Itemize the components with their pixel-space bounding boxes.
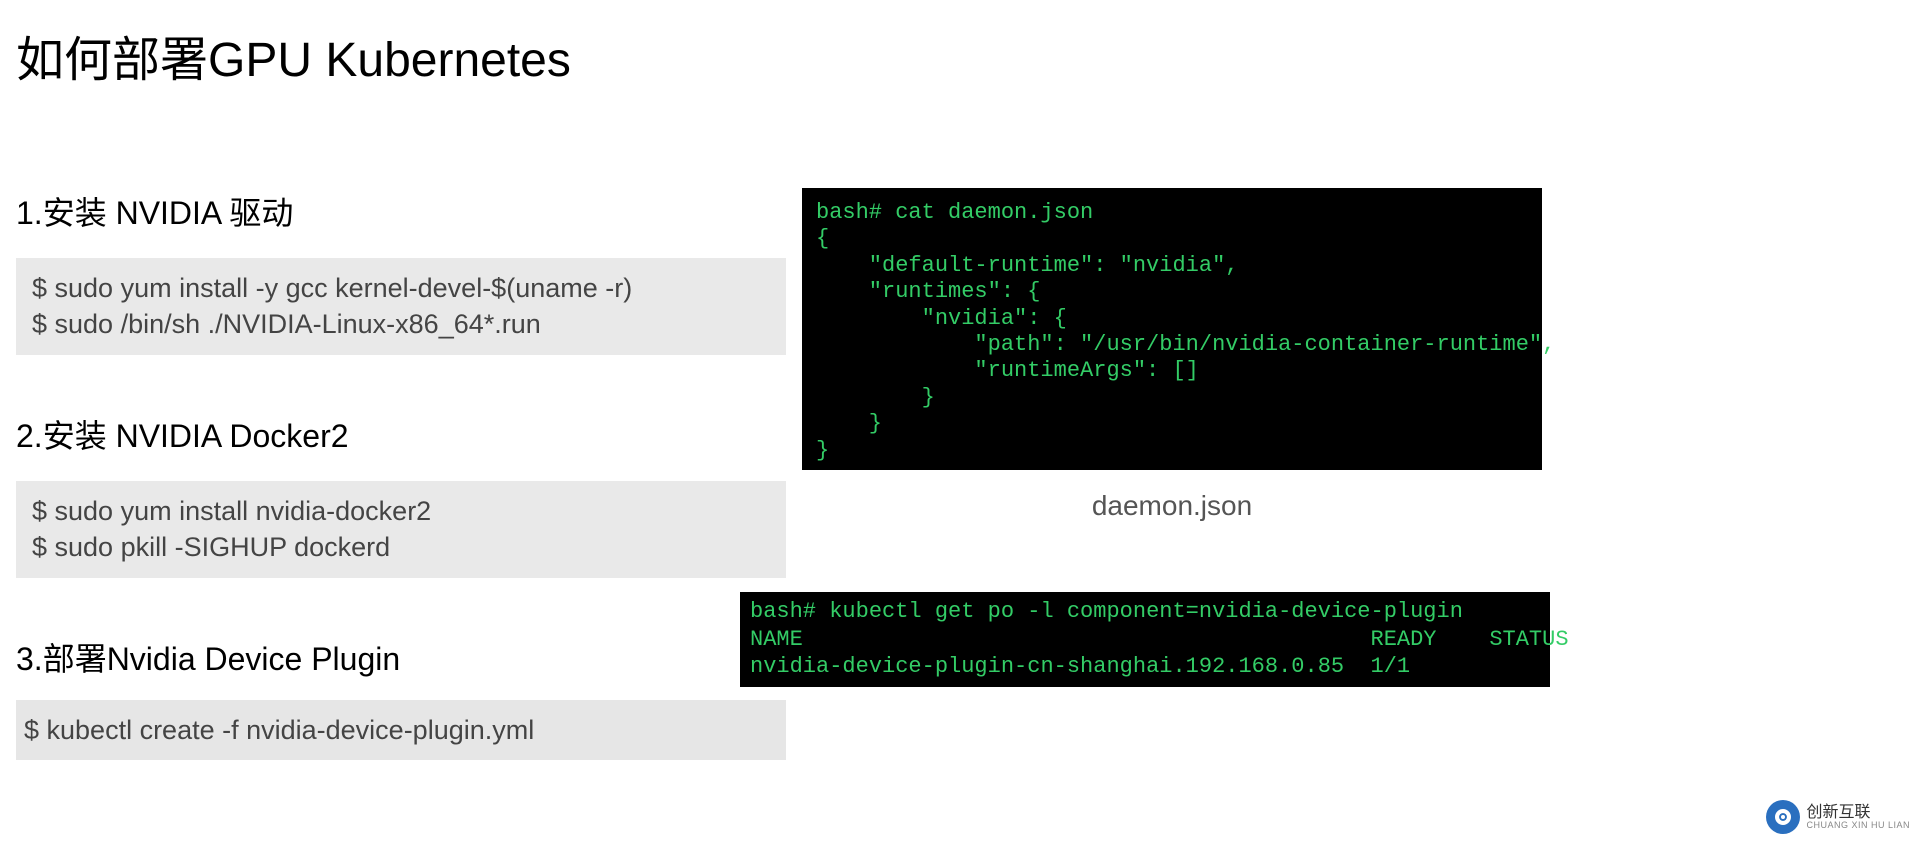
step1-code-block: $ sudo yum install -y gcc kernel-devel-$… — [16, 258, 786, 355]
watermark-label: 创新互联 — [1806, 805, 1910, 821]
step3-code-line-1: $ kubectl create -f nvidia-device-plugin… — [24, 712, 778, 748]
step2-code-line-2: $ sudo pkill -SIGHUP dockerd — [32, 529, 770, 565]
step2-code-line-1: $ sudo yum install nvidia-docker2 — [32, 493, 770, 529]
left-column: 1.安装 NVIDIA 驱动 $ sudo yum install -y gcc… — [16, 188, 786, 760]
step1-code-line-1: $ sudo yum install -y gcc kernel-devel-$… — [32, 270, 770, 306]
step3-heading: 3.部署Nvidia Device Plugin — [16, 634, 786, 680]
watermark-logo-icon — [1766, 800, 1800, 834]
watermark-sublabel: CHUANG XIN HU LIAN — [1806, 821, 1910, 830]
watermark: 创新互联 CHUANG XIN HU LIAN — [1766, 800, 1910, 834]
step1-code-line-2: $ sudo /bin/sh ./NVIDIA-Linux-x86_64*.ru… — [32, 306, 770, 342]
watermark-text: 创新互联 CHUANG XIN HU LIAN — [1806, 805, 1910, 830]
page-title: 如何部署GPU Kubernetes — [16, 20, 571, 90]
daemon-json-caption: daemon.json — [802, 490, 1542, 522]
step1-heading: 1.安装 NVIDIA 驱动 — [16, 188, 786, 234]
step2-heading: 2.安装 NVIDIA Docker2 — [16, 411, 786, 457]
step2-code-block: $ sudo yum install nvidia-docker2 $ sudo… — [16, 481, 786, 578]
kubectl-get-terminal: bash# kubectl get po -l component=nvidia… — [740, 592, 1550, 687]
daemon-json-terminal: bash# cat daemon.json { "default-runtime… — [802, 188, 1542, 470]
step3-code-block: $ kubectl create -f nvidia-device-plugin… — [16, 700, 786, 760]
